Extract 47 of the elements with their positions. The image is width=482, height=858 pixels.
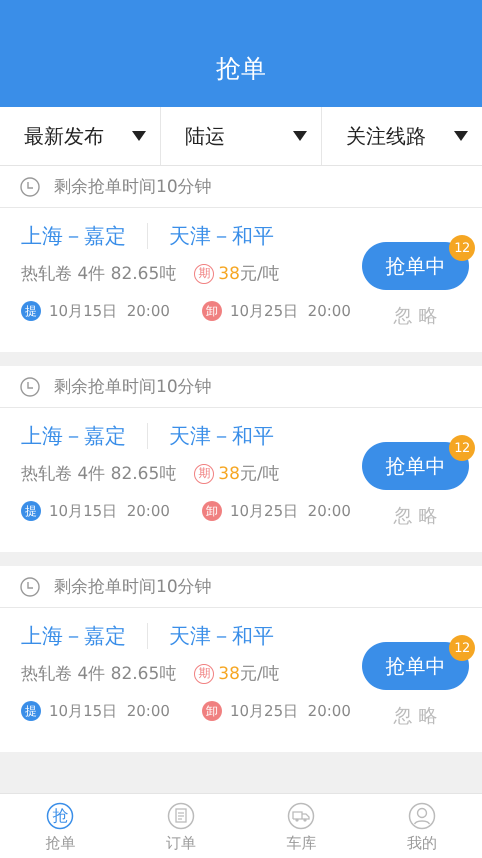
pickup-tag: 提 <box>21 301 41 321</box>
price-text: 38元/吨 <box>218 663 280 685</box>
ignore-button[interactable]: 忽 略 <box>387 302 444 330</box>
document-icon <box>166 802 195 830</box>
countdown-text: 剩余抢单时间10分钟 <box>54 176 212 198</box>
period-tag: 期 <box>194 464 214 484</box>
pickup-time: 10月15日 20:00 <box>49 302 170 320</box>
unload-time: 10月25日 20:00 <box>230 502 351 520</box>
grab-icon: 抢 <box>46 802 74 830</box>
caret-icon <box>293 131 307 141</box>
unload-tag: 卸 <box>202 301 222 321</box>
origin-text: 上海－嘉定 <box>21 423 126 450</box>
pickup-time: 10月15日 20:00 <box>49 502 170 520</box>
pickup-tag: 提 <box>21 501 41 521</box>
price-text: 38元/吨 <box>218 463 280 485</box>
unload-time: 10月25日 20:00 <box>230 702 351 720</box>
count-badge: 12 <box>449 635 475 661</box>
cargo-text: 热轧卷 4件 82.65吨 <box>21 663 176 685</box>
pickup-time: 10月15日 20:00 <box>49 702 170 720</box>
unload-tag: 卸 <box>202 501 222 521</box>
origin-text: 上海－嘉定 <box>21 223 126 250</box>
count-badge: 12 <box>449 435 475 461</box>
clock-icon <box>20 576 40 596</box>
caret-icon <box>132 131 146 141</box>
truck-icon <box>287 802 316 830</box>
destination-text: 天津－和平 <box>169 223 274 250</box>
countdown-text: 剩余抢单时间10分钟 <box>54 376 212 398</box>
period-tag: 期 <box>194 664 214 684</box>
person-icon <box>408 802 436 830</box>
unload-tag: 卸 <box>202 701 222 721</box>
clock-icon <box>20 176 40 196</box>
ignore-button[interactable]: 忽 略 <box>387 502 444 530</box>
destination-text: 天津－和平 <box>169 623 274 650</box>
countdown-text: 剩余抢单时间10分钟 <box>54 576 212 598</box>
period-tag: 期 <box>194 264 214 284</box>
unload-time: 10月25日 20:00 <box>230 302 351 320</box>
page-title: 抢单 <box>216 53 266 85</box>
origin-text: 上海－嘉定 <box>21 623 126 650</box>
caret-icon <box>454 131 468 141</box>
cargo-text: 热轧卷 4件 82.65吨 <box>21 463 176 485</box>
price-text: 38元/吨 <box>218 263 280 285</box>
ignore-button[interactable]: 忽 略 <box>387 702 444 730</box>
destination-text: 天津－和平 <box>169 423 274 450</box>
count-badge: 12 <box>449 235 475 261</box>
cargo-text: 热轧卷 4件 82.65吨 <box>21 263 176 285</box>
clock-icon <box>20 376 40 396</box>
pickup-tag: 提 <box>21 701 41 721</box>
